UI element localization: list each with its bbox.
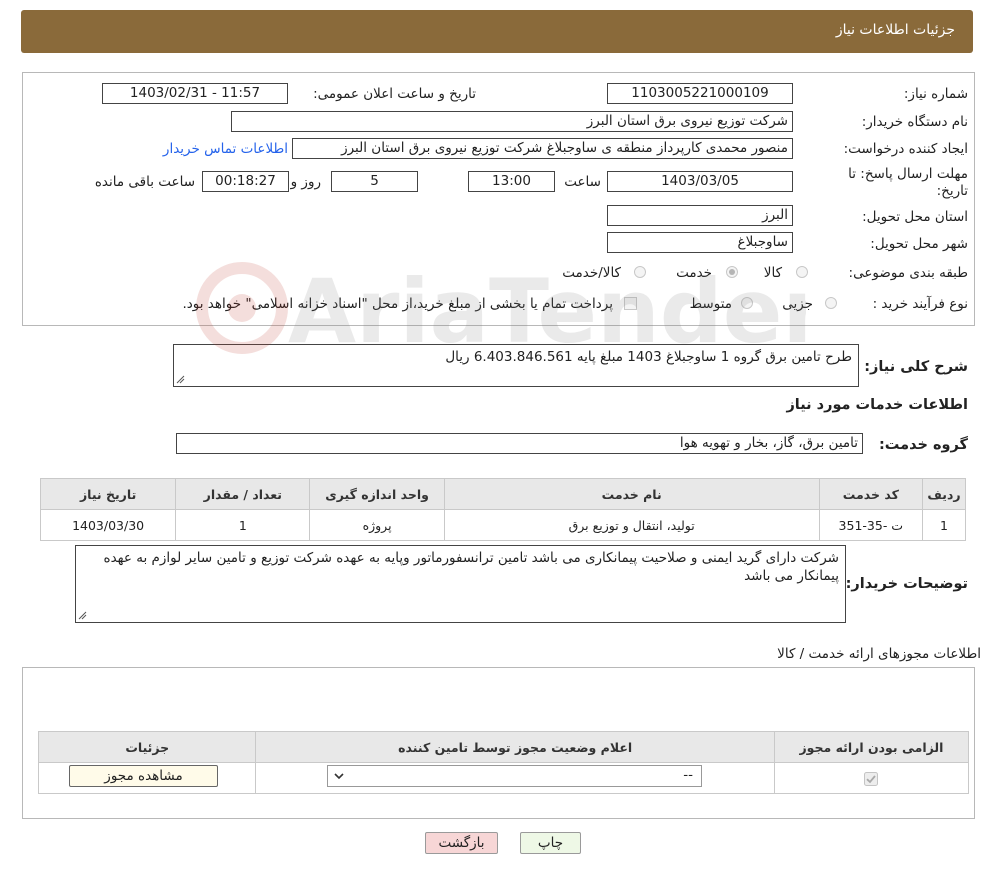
process-medium-label: متوسط xyxy=(689,296,732,312)
col-unit: واحد اندازه گیری xyxy=(309,478,445,510)
checkbox-checked-icon xyxy=(864,771,879,786)
process-medium-radio[interactable] xyxy=(741,297,753,309)
announce-datetime-field: 1403/02/31 - 11:57 xyxy=(102,83,288,104)
announce-datetime-label: تاریخ و ساعت اعلان عمومی: xyxy=(313,86,476,102)
col-row-number: ردیف xyxy=(922,478,966,510)
resize-grip-icon[interactable] xyxy=(78,611,87,620)
category-goods-service-radio[interactable] xyxy=(634,266,646,278)
print-button[interactable]: چاپ xyxy=(520,832,581,854)
process-small-label: جزیی xyxy=(782,296,813,312)
payment-note: پرداخت تمام یا بخشی از مبلغ خرید،از محل … xyxy=(182,296,613,312)
city-field: ساوجبلاغ xyxy=(607,232,793,253)
buyer-notes-label: توضیحات خریدار: xyxy=(845,576,968,592)
services-table-header: ردیف کد خدمت نام خدمت واحد اندازه گیری ت… xyxy=(39,478,966,510)
col-quantity: تعداد / مقدار xyxy=(175,478,311,510)
cell-service-code: ت -35-351 xyxy=(818,509,924,541)
permits-section-title: اطلاعات مجوزهای ارائه خدمت / کالا xyxy=(777,646,981,662)
summary-textarea: طرح تامین برق گروه 1 ساوجبلاغ 1403 مبلغ … xyxy=(173,344,859,387)
buyer-org-field: شرکت توزیع نیروی برق استان البرز xyxy=(231,111,793,132)
summary-text: طرح تامین برق گروه 1 ساوجبلاغ 1403 مبلغ … xyxy=(445,349,852,365)
col-permit-status: اعلام وضعیت مجوز توسط تامین کننده xyxy=(255,731,775,763)
province-label: استان محل تحویل: xyxy=(862,209,968,225)
services-section-title: اطلاعات خدمات مورد نیاز xyxy=(786,397,968,413)
page-header: جزئیات اطلاعات نیاز xyxy=(21,10,973,53)
back-button[interactable]: بازگشت xyxy=(425,832,498,854)
category-label: طبقه بندی موضوعی: xyxy=(848,265,968,281)
col-permit-required: الزامی بودن ارائه مجوز xyxy=(773,731,970,763)
process-small-radio[interactable] xyxy=(825,297,837,309)
buyer-notes-text: شرکت دارای گرید ایمنی و صلاحیت پیمانکاری… xyxy=(103,550,839,584)
cell-row-number: 1 xyxy=(922,509,966,541)
view-permit-button[interactable]: مشاهده مجوز xyxy=(69,765,218,787)
resize-grip-icon[interactable] xyxy=(176,375,185,384)
treasury-payment-checkbox[interactable] xyxy=(624,297,637,310)
category-goods-service-label: کالا/خدمت xyxy=(562,265,621,281)
services-table: ردیف کد خدمت نام خدمت واحد اندازه گیری ت… xyxy=(39,478,966,541)
city-label: شهر محل تحویل: xyxy=(870,236,968,252)
cell-permit-required xyxy=(773,762,970,794)
remaining-time-field: 00:18:27 xyxy=(202,171,289,192)
category-service-label: خدمت xyxy=(676,265,712,281)
col-service-name: نام خدمت xyxy=(443,478,820,510)
permit-status-select-value: -- xyxy=(683,767,693,783)
col-details: جزئیات xyxy=(37,731,257,763)
requester-field: منصور محمدی کارپرداز منطقه ی ساوجبلاغ شر… xyxy=(292,138,793,159)
buyer-org-label: نام دستگاه خریدار: xyxy=(861,114,968,130)
category-goods-radio[interactable] xyxy=(796,266,808,278)
col-service-code: کد خدمت xyxy=(818,478,924,510)
remaining-days-field: 5 xyxy=(331,171,418,192)
table-row: 1 ت -35-351 تولید، انتقال و توزیع برق پر… xyxy=(39,509,966,541)
cell-need-date: 1403/03/30 xyxy=(39,509,177,541)
cell-service-name: تولید، انتقال و توزیع برق xyxy=(443,509,820,541)
permits-table-header: الزامی بودن ارائه مجوز اعلام وضعیت مجوز … xyxy=(37,731,970,763)
requester-label: ایجاد کننده درخواست: xyxy=(843,141,968,157)
deadline-label-date: تاریخ: xyxy=(936,183,968,199)
permit-status-select[interactable]: -- xyxy=(327,765,702,787)
need-number-field: 1103005221000109 xyxy=(607,83,793,104)
page-title: جزئیات اطلاعات نیاز xyxy=(835,22,955,38)
need-number-label: شماره نیاز: xyxy=(903,86,968,102)
category-goods-label: کالا xyxy=(763,265,782,281)
deadline-label: مهلت ارسال پاسخ: تا xyxy=(848,166,968,182)
service-group-field: تامین برق، گاز، بخار و تهویه هوا xyxy=(176,433,863,454)
days-label: روز و xyxy=(290,174,321,190)
buyer-contact-link[interactable]: اطلاعات تماس خریدار xyxy=(163,141,288,157)
cell-quantity: 1 xyxy=(175,509,311,541)
summary-label: شرح کلی نیاز: xyxy=(864,359,968,375)
cell-unit: پروژه xyxy=(309,509,445,541)
category-service-radio[interactable] xyxy=(726,266,738,278)
deadline-time-field: 13:00 xyxy=(468,171,555,192)
col-need-date: تاریخ نیاز xyxy=(39,478,177,510)
deadline-date-field: 1403/03/05 xyxy=(607,171,793,192)
province-field: البرز xyxy=(607,205,793,226)
chevron-down-icon xyxy=(334,773,344,780)
service-group-label: گروه خدمت: xyxy=(878,437,968,453)
deadline-time-label: ساعت xyxy=(564,174,601,190)
buyer-notes-textarea: شرکت دارای گرید ایمنی و صلاحیت پیمانکاری… xyxy=(75,545,846,623)
remaining-time-label: ساعت باقی مانده xyxy=(94,174,195,190)
process-type-label: نوع فرآیند خرید : xyxy=(872,296,968,312)
